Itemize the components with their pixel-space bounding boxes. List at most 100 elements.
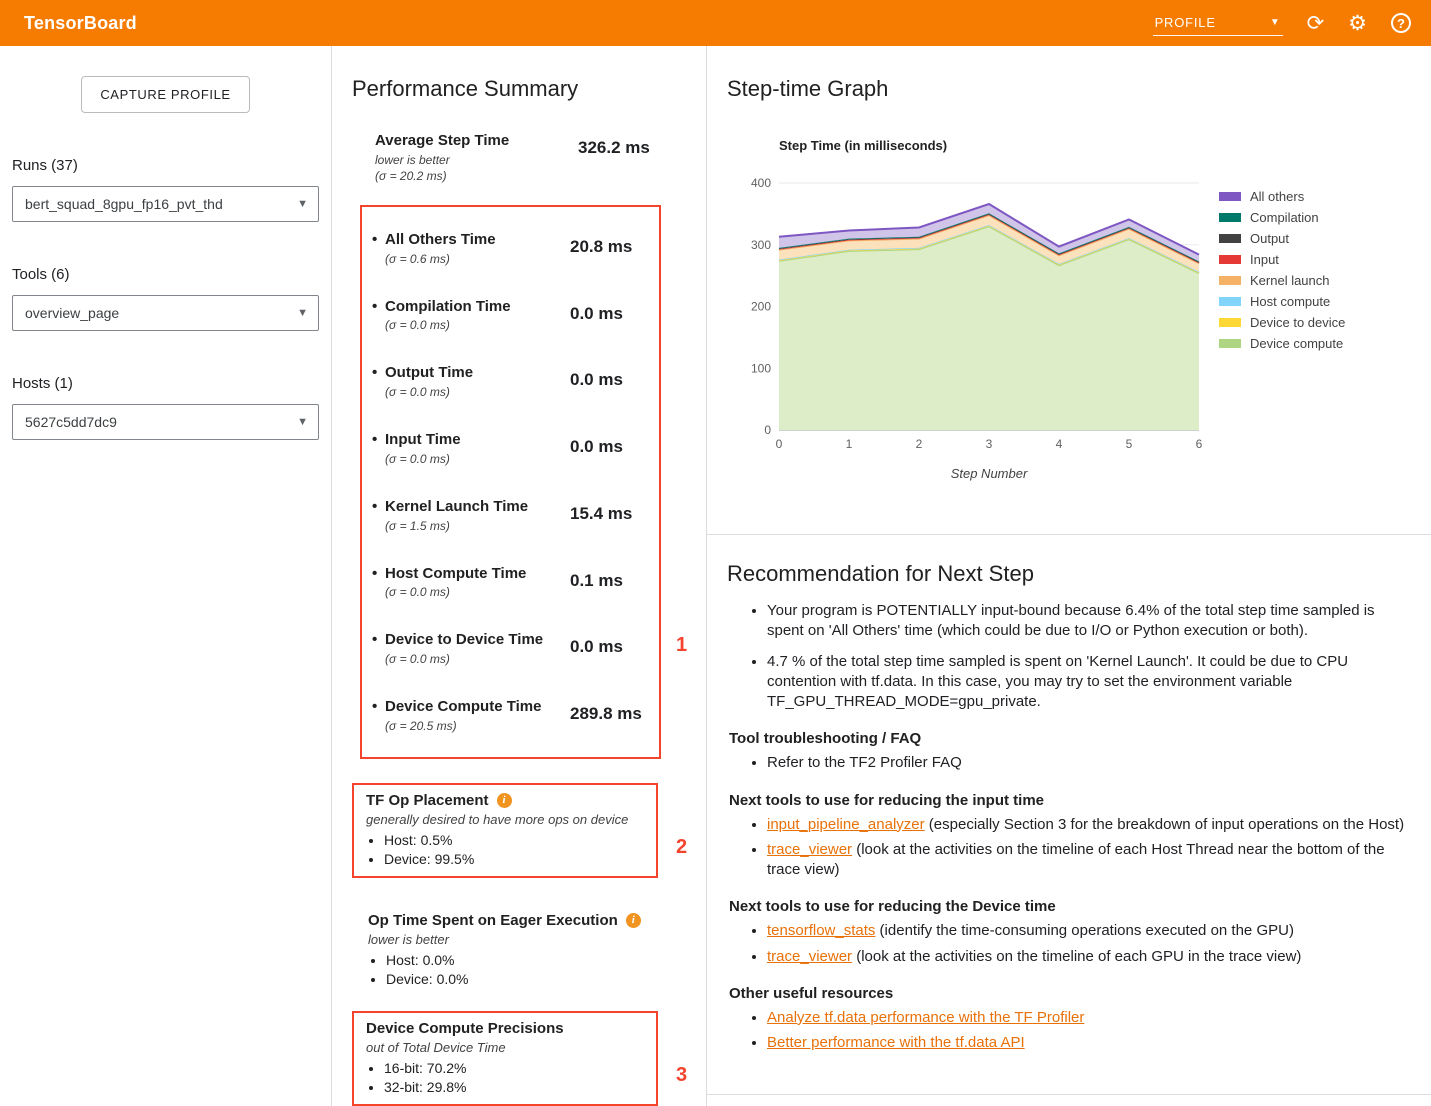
legend-swatch [1219, 234, 1241, 243]
reco-section-heading: Next tools to use for reducing the Devic… [729, 898, 1405, 915]
list-item: Device: 0.0% [386, 971, 658, 987]
svg-text:400: 400 [751, 176, 771, 190]
legend-label: Output [1250, 231, 1289, 246]
svg-text:Step Time (in milliseconds): Step Time (in milliseconds) [779, 138, 947, 153]
list-item: 16-bit: 70.2% [384, 1060, 646, 1076]
bullet-icon: • [372, 498, 385, 517]
metric-value: 15.4 ms [570, 498, 632, 533]
legend-label: Compilation [1250, 210, 1319, 225]
svg-text:3: 3 [986, 437, 993, 451]
legend-item: Device to device [1219, 312, 1345, 333]
chevron-down-icon: ▼ [297, 198, 308, 210]
list-item: 4.7 % of the total step time sampled is … [767, 652, 1405, 713]
reco-section-list: Refer to the TF2 Profiler FAQ [727, 753, 1405, 773]
reco-bullet: input_pipeline_analyzer (especially Sect… [767, 815, 1405, 835]
legend-item: Device compute [1219, 333, 1345, 354]
summary-item: •Device Compute Time(σ = 20.5 ms)289.8 m… [362, 682, 659, 749]
dashboard-selector[interactable]: PROFILE ▼ [1153, 11, 1283, 36]
main-content: CAPTURE PROFILE Runs (37) bert_squad_8gp… [0, 46, 1431, 1106]
chevron-down-icon: ▼ [1270, 17, 1281, 28]
step-time-chart: 01002003004000123456Step Time (in millis… [741, 128, 1215, 483]
tf-op-placement-list: Host: 0.5%Device: 99.5% [366, 832, 646, 867]
reco-bullet: trace_viewer (look at the activities on … [767, 840, 1405, 881]
bullet-icon: • [372, 364, 385, 383]
precisions-title: Device Compute Precisions [366, 1020, 564, 1037]
help-icon[interactable]: ? [1391, 13, 1411, 33]
svg-text:100: 100 [751, 361, 771, 375]
legend-item: Kernel launch [1219, 270, 1345, 291]
app-header: TensorBoard PROFILE ▼ ⟳ ⚙ ? [0, 0, 1431, 46]
bullet-icon: • [372, 298, 385, 317]
legend-label: Device to device [1250, 315, 1345, 330]
header-controls: PROFILE ▼ ⟳ ⚙ ? [1153, 11, 1411, 36]
gear-icon[interactable]: ⚙ [1348, 13, 1367, 34]
legend-swatch [1219, 276, 1241, 285]
recommendation-title: Recommendation for Next Step [727, 561, 1405, 587]
bullet-icon: • [372, 431, 385, 450]
metric-value: 326.2 ms [578, 132, 650, 183]
recommendation-section: Recommendation for Next Step Your progra… [707, 535, 1431, 1095]
eager-list: Host: 0.0%Device: 0.0% [368, 952, 658, 987]
tools-select[interactable]: overview_page ▼ [12, 295, 319, 331]
reload-icon[interactable]: ⟳ [1307, 13, 1325, 34]
svg-text:200: 200 [751, 300, 771, 314]
metric-value: 0.0 ms [570, 298, 623, 333]
reco-link[interactable]: trace_viewer [767, 948, 852, 965]
tools-select-value: overview_page [25, 305, 119, 321]
sidebar: CAPTURE PROFILE Runs (37) bert_squad_8gp… [0, 46, 332, 1106]
list-item: Your program is POTENTIALLY input-bound … [767, 601, 1405, 642]
reco-link[interactable]: Analyze tf.data performance with the TF … [767, 1009, 1084, 1026]
reco-section-heading: Next tools to use for reducing the input… [729, 792, 1405, 809]
metric-value: 289.8 ms [570, 698, 642, 733]
info-icon[interactable]: i [497, 793, 512, 808]
eager-subtitle: lower is better [368, 932, 658, 947]
metric-value: 20.8 ms [570, 231, 632, 266]
tf-op-placement-title: TF Op Placement [366, 792, 489, 809]
metric-sigma: (σ = 20.2 ms) [375, 169, 578, 183]
list-item: Device: 99.5% [384, 851, 646, 867]
chevron-down-icon: ▼ [297, 416, 308, 428]
dashboard-selector-value: PROFILE [1155, 15, 1216, 30]
runs-select-value: bert_squad_8gpu_fp16_pvt_thd [25, 196, 223, 212]
metric-label: Average Step Time [375, 132, 578, 151]
recommendation-intro-list: Your program is POTENTIALLY input-bound … [727, 601, 1405, 712]
legend-swatch [1219, 297, 1241, 306]
chevron-down-icon: ▼ [297, 307, 308, 319]
summary-item: •Output Time(σ = 0.0 ms)0.0 ms [362, 348, 659, 415]
svg-text:0: 0 [776, 437, 783, 451]
legend-item: All others [1219, 186, 1345, 207]
reco-bullet: tensorflow_stats (identify the time-cons… [767, 921, 1405, 941]
legend-item: Host compute [1219, 291, 1345, 312]
summary-item: •Kernel Launch Time(σ = 1.5 ms)15.4 ms [362, 482, 659, 549]
legend-swatch [1219, 213, 1241, 222]
legend-label: Device compute [1250, 336, 1343, 351]
reco-section-list: Analyze tf.data performance with the TF … [727, 1008, 1405, 1054]
precisions-list: 16-bit: 70.2%32-bit: 29.8% [366, 1060, 646, 1095]
svg-text:0: 0 [764, 423, 771, 437]
svg-text:300: 300 [751, 238, 771, 252]
step-time-breakdown-box: •All Others Time(σ = 0.6 ms)20.8 ms•Comp… [360, 205, 661, 759]
legend-swatch [1219, 255, 1241, 264]
annotation-1: 1 [676, 634, 687, 657]
tf-op-placement-box: TF Op Placement i generally desired to h… [352, 783, 658, 878]
capture-profile-button[interactable]: CAPTURE PROFILE [81, 76, 249, 113]
eager-title: Op Time Spent on Eager Execution [368, 912, 618, 929]
legend-item: Input [1219, 249, 1345, 270]
metric-value: 0.1 ms [570, 565, 623, 600]
reco-section-heading: Tool troubleshooting / FAQ [729, 730, 1405, 747]
info-icon[interactable]: i [626, 913, 641, 928]
performance-summary-title: Performance Summary [352, 76, 706, 102]
hosts-select[interactable]: 5627c5dd7dc9 ▼ [12, 404, 319, 440]
right-panel: Step-time Graph 01002003004000123456Step… [707, 46, 1431, 1106]
reco-link[interactable]: Better performance with the tf.data API [767, 1034, 1025, 1051]
reco-link[interactable]: input_pipeline_analyzer [767, 816, 925, 833]
reco-link[interactable]: tensorflow_stats [767, 922, 875, 939]
chart-area: 01002003004000123456Step Time (in millis… [727, 128, 1431, 483]
tf-op-placement-subtitle: generally desired to have more ops on de… [366, 812, 646, 827]
reco-bullet: Analyze tf.data performance with the TF … [767, 1008, 1405, 1028]
svg-text:2: 2 [916, 437, 923, 451]
runs-select[interactable]: bert_squad_8gpu_fp16_pvt_thd ▼ [12, 186, 319, 222]
hosts-select-value: 5627c5dd7dc9 [25, 414, 117, 430]
bullet-icon: • [372, 631, 385, 650]
reco-link[interactable]: trace_viewer [767, 841, 852, 858]
